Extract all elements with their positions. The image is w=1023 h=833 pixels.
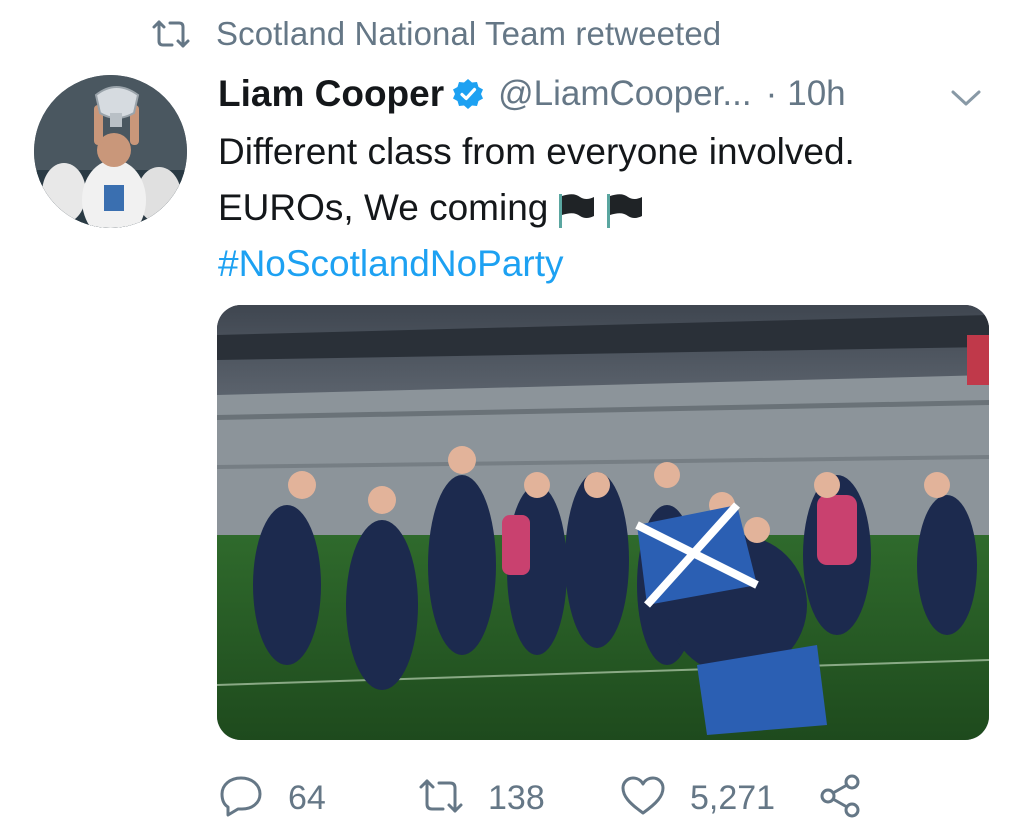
reply-icon bbox=[218, 774, 264, 823]
timestamp[interactable]: 10h bbox=[787, 74, 845, 114]
retweet-count: 138 bbox=[488, 778, 545, 817]
tweet-text: Different class from everyone involved. … bbox=[218, 124, 1008, 292]
black-flag-icon bbox=[554, 190, 596, 230]
tweet-line-2-text: EUROs, We coming bbox=[218, 187, 549, 228]
tweet-photo[interactable] bbox=[217, 305, 989, 740]
retweet-context: Scotland National Team retweeted bbox=[150, 14, 721, 54]
retweet-icon bbox=[418, 776, 464, 821]
retweet-icon bbox=[150, 17, 192, 51]
verified-badge-icon bbox=[452, 78, 484, 110]
tweet-actions: 64 138 5,271 bbox=[218, 770, 918, 826]
chevron-down-icon[interactable] bbox=[945, 82, 987, 114]
retweet-label[interactable]: Scotland National Team retweeted bbox=[216, 15, 721, 53]
separator-dot: · bbox=[765, 74, 778, 113]
share-button[interactable] bbox=[818, 770, 864, 826]
avatar[interactable] bbox=[34, 75, 187, 228]
display-name[interactable]: Liam Cooper bbox=[218, 73, 444, 115]
retweet-button[interactable]: 138 bbox=[418, 770, 545, 826]
hashtag-link[interactable]: #NoScotlandNoParty bbox=[218, 236, 1008, 292]
black-flag-icon bbox=[602, 190, 644, 230]
share-icon bbox=[818, 773, 864, 824]
reply-count: 64 bbox=[288, 778, 326, 817]
tweet-header: Liam Cooper @LiamCooper... · 10h bbox=[218, 70, 846, 118]
tweet-line-1: Different class from everyone involved. bbox=[218, 131, 855, 172]
handle[interactable]: @LiamCooper... bbox=[498, 74, 751, 114]
reply-button[interactable]: 64 bbox=[218, 770, 326, 826]
tweet-line-2: EUROs, We coming bbox=[218, 180, 1008, 236]
tweet[interactable]: Scotland National Team retweeted Liam Co… bbox=[0, 0, 1023, 833]
like-button[interactable]: 5,271 bbox=[620, 770, 775, 826]
like-count: 5,271 bbox=[690, 778, 776, 817]
heart-icon bbox=[620, 775, 666, 822]
